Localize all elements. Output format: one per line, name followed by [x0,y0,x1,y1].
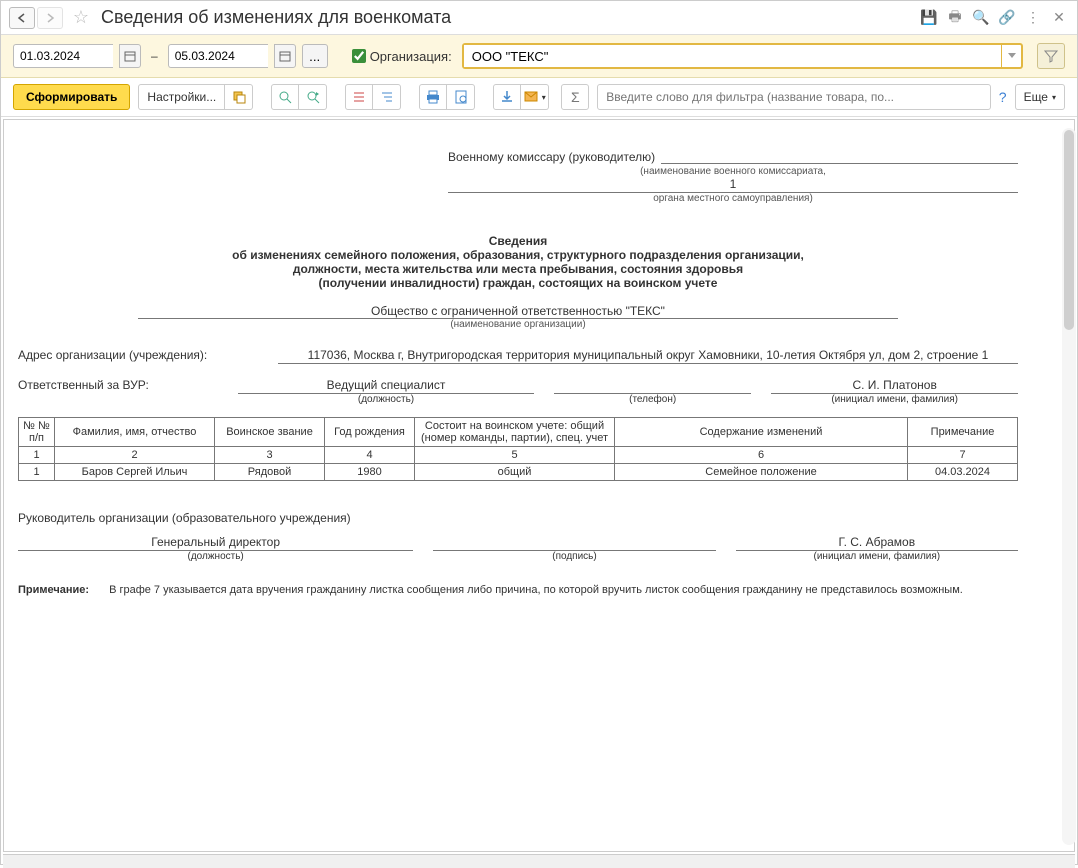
period-picker-button[interactable]: ... [302,44,328,68]
date-to-picker[interactable] [274,44,296,68]
scrollbar-thumb[interactable] [1064,130,1074,330]
find-button[interactable] [271,84,299,110]
settings-copy-icon [232,90,246,104]
chevron-down-icon [1008,53,1016,59]
addressee-hint-1: (наименование военного комиссариата, [448,166,1018,177]
email-button[interactable]: ▾ [521,84,549,110]
calendar-icon [279,50,291,62]
download-icon [500,90,514,104]
manager-sign [433,535,715,551]
sum-button[interactable]: Σ [561,84,589,110]
manager-position: Генеральный директор [18,535,413,551]
arrow-right-icon [45,13,55,23]
footnote-text: В графе 7 указывается дата вручения граж… [109,584,963,596]
table-header-row: № № п/п Фамилия, имя, отчество Воинское … [19,418,1018,447]
print-preview-icon [454,90,468,104]
manager-sign-hint: (подпись) [433,551,715,562]
responsible-name: С. И. Платонов [771,378,1018,394]
preview-icon[interactable]: 🔍 [971,8,991,28]
manager-name-hint: (инициал имени, фамилия) [736,551,1018,562]
responsible-position-hint: (должность) [238,394,534,405]
responsible-position: Ведущий специалист [238,378,534,394]
addressee-hint-2: органа местного самоуправления) [448,193,1018,204]
table-colnum-row: 1234567 [19,447,1018,464]
date-from-input[interactable] [13,44,113,68]
responsible-name-hint: (инициал имени, фамилия) [771,394,1018,405]
addressee-field-2: 1 [448,177,1018,193]
vertical-scrollbar[interactable] [1062,128,1076,845]
more-label: Еще [1024,90,1048,104]
org-input[interactable] [464,45,1001,67]
settings-label: Настройки... [147,90,216,104]
expand-icon [352,90,366,104]
save-file-button[interactable] [493,84,521,110]
find-next-button[interactable] [299,84,327,110]
addressee-label: Военному комиссару (руководителю) [448,150,661,164]
responsible-label: Ответственный за ВУР: [18,378,218,405]
collapse-icon [380,90,394,104]
org-checkbox[interactable] [352,49,366,63]
date-from-picker[interactable] [119,44,141,68]
magnifier-icon [278,90,292,104]
printer-icon [426,90,440,104]
arrow-left-icon [17,13,27,23]
doc-heading-2: об изменениях семейного положения, образ… [18,248,1018,262]
envelope-icon [524,91,538,103]
filter-input[interactable] [597,84,991,110]
addressee-field-1 [661,148,1018,164]
print-button[interactable] [419,84,447,110]
expand-groups-button[interactable] [345,84,373,110]
manager-position-hint: (должность) [18,551,413,562]
close-icon[interactable]: ✕ [1049,8,1069,28]
manager-name: Г. С. Абрамов [736,535,1018,551]
doc-heading-3: должности, места жительства или места пр… [18,262,1018,276]
generate-button[interactable]: Сформировать [13,84,130,110]
data-table: № № п/п Фамилия, имя, отчество Воинское … [18,417,1018,481]
nav-back-button[interactable] [9,7,35,29]
filter-toggle-button[interactable] [1037,43,1065,69]
funnel-icon [1044,49,1058,63]
collapse-groups-button[interactable] [373,84,401,110]
settings-variant-button[interactable] [225,84,253,110]
calendar-icon [124,50,136,62]
report-viewport[interactable]: Военному комиссару (руководителю) (наиме… [3,119,1075,852]
sigma-icon: Σ [571,89,580,105]
print-preview-button[interactable] [447,84,475,110]
doc-heading-4: (получении инвалидности) граждан, состоя… [18,276,1018,290]
more-button[interactable]: Еще ▾ [1015,84,1065,110]
responsible-phone [554,378,751,394]
address-value: 117036, Москва г, Внутригородская террит… [278,348,1018,364]
doc-heading-1: Сведения [18,234,1018,248]
link-icon[interactable]: 🔗 [997,8,1017,28]
magnifier-next-icon [306,90,320,104]
date-to-input[interactable] [168,44,268,68]
settings-button[interactable]: Настройки... [138,84,225,110]
org-hint: (наименование организации) [18,319,1018,330]
titlebar: ☆ Сведения об изменениях для военкомата … [1,1,1077,35]
footnote-label: Примечание: [18,584,89,596]
org-full-name: Общество с ограниченной ответственностью… [138,304,898,319]
nav-forward-button[interactable] [37,7,63,29]
favorite-icon[interactable]: ☆ [69,7,93,28]
org-select[interactable] [462,43,1023,69]
kebab-icon[interactable]: ⋮ [1023,8,1043,28]
org-label: Организация: [370,49,452,64]
help-button[interactable]: ? [999,89,1007,105]
report-document: Военному комиссару (руководителю) (наиме… [18,148,1028,596]
horizontal-scrollbar[interactable] [3,854,1075,868]
print-icon[interactable]: 🖶 [945,8,965,28]
responsible-phone-hint: (телефон) [554,394,751,405]
chevron-down-icon: ▾ [1052,93,1056,102]
address-label: Адрес организации (учреждения): [18,348,268,364]
save-disk-icon[interactable]: 💾 [919,8,939,28]
parameter-bar: – ... Организация: [1,35,1077,78]
table-row: 1 Баров Сергей Ильич Рядовой 1980 общий … [19,464,1018,481]
date-separator: – [151,49,158,63]
toolbar: Сформировать Настройки... ▾ Σ ? Еще ▾ [1,78,1077,117]
manager-label: Руководитель организации (образовательно… [18,511,1018,525]
org-dropdown-button[interactable] [1001,45,1021,67]
page-title: Сведения об изменениях для военкомата [101,7,919,28]
